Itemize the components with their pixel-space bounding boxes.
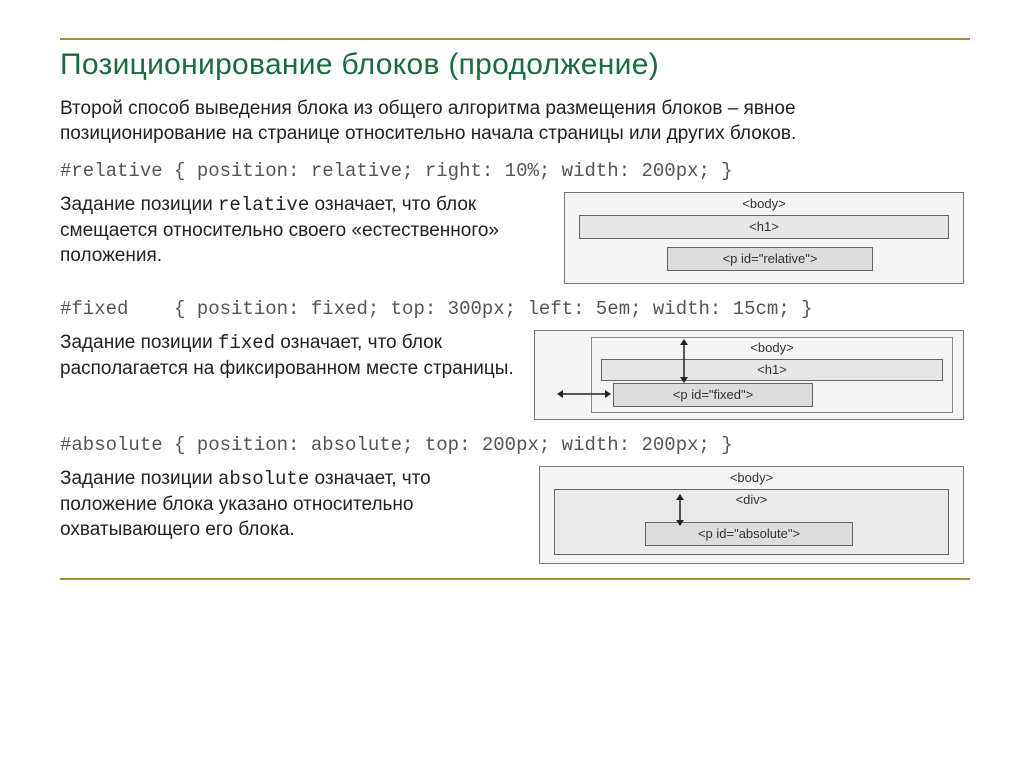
desc-fixed: Задание позиции fixed означает, что блок… [60,330,514,381]
arrow-vertical-icon [675,494,685,526]
row-absolute: Задание позиции absolute означает, что п… [60,466,964,564]
desc-absolute: Задание позиции absolute означает, что п… [60,466,519,542]
bottom-rule [60,578,970,580]
code-absolute: #absolute { position: absolute; top: 200… [60,434,964,456]
keyword: relative [218,194,309,216]
intro-paragraph: Второй способ выведения блока из общего … [60,96,964,146]
diagram-body-label: <body> [565,193,963,211]
diagram-div-box: <div> <p id="absolute"> [554,489,949,555]
diagram-p-box: <p id="fixed"> [613,383,813,407]
row-relative: Задание позиции relative означает, что б… [60,192,964,284]
slide-content: Второй способ выведения блока из общего … [54,96,970,564]
diagram-p-box: <p id="relative"> [667,247,873,271]
diagram-fixed: <body> <h1> <p id="fixed"> [534,330,964,420]
code-fixed: #fixed { position: fixed; top: 300px; le… [60,298,964,320]
text: Задание позиции [60,332,218,353]
code-relative: #relative { position: relative; right: 1… [60,160,964,182]
slide-title: Позиционирование блоков (продолжение) [60,48,970,82]
arrow-horizontal-icon [557,389,611,399]
diagram-relative: <body> <h1> <p id="relative"> [564,192,964,284]
diagram-absolute: <body> <div> <p id="absolute"> [539,466,964,564]
arrow-vertical-icon [679,339,689,383]
text: Задание позиции [60,468,218,489]
keyword: fixed [218,332,275,354]
desc-relative: Задание позиции relative означает, что б… [60,192,544,268]
diagram-body-label: <body> [540,467,963,485]
keyword: absolute [218,468,309,490]
diagram-div-label: <div> [555,490,948,507]
row-fixed: Задание позиции fixed означает, что блок… [60,330,964,420]
diagram-body-label: <body> [592,338,952,355]
text: Задание позиции [60,194,218,215]
diagram-h1-box: <h1> [579,215,949,239]
diagram-h1-box: <h1> [601,359,943,381]
top-rule [60,38,970,40]
